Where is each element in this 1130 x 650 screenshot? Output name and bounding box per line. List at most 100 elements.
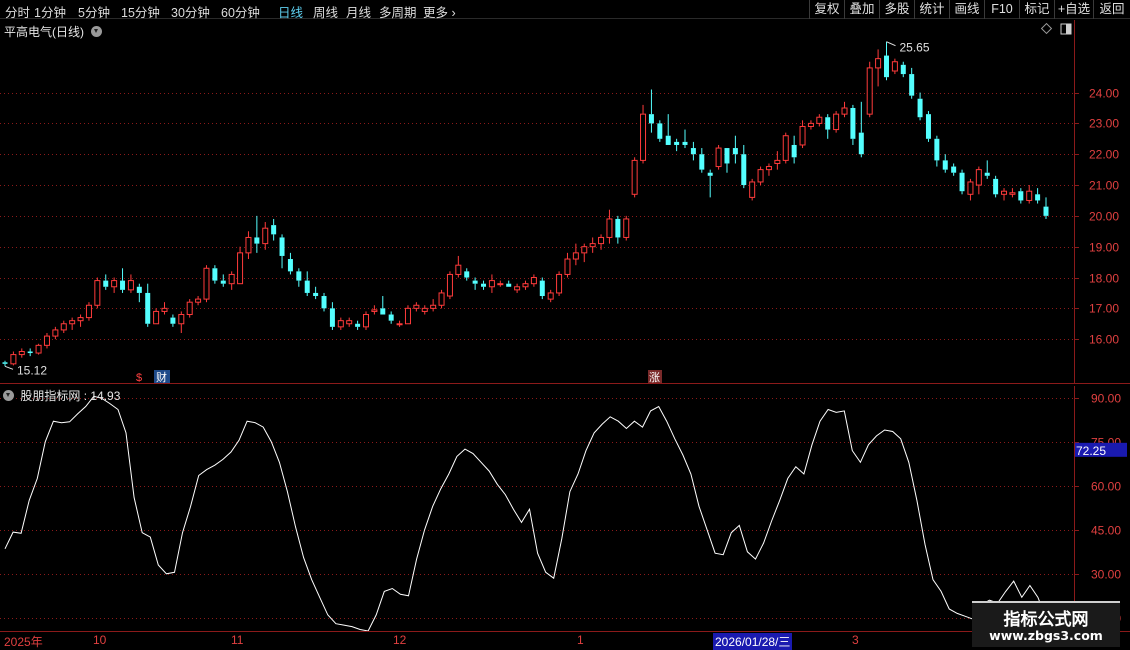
candle-body-up <box>85 304 92 319</box>
period-30min[interactable]: 30分钟 <box>171 2 210 21</box>
date-label-mar: 3 <box>852 633 859 647</box>
candle-body-down <box>2 362 8 364</box>
price-pane[interactable]: 16.00 17.00 18.00 19.00 20.00 21.00 22.00 23.00… <box>0 20 1130 384</box>
candle-body-up <box>430 304 437 309</box>
watermark-title: 指标公式网 <box>1003 610 1089 630</box>
candle-body-up <box>455 264 462 275</box>
candle-body-down <box>506 283 512 287</box>
indicator-header: 股朋指标网 : 14.93 <box>3 387 120 404</box>
candle-body-up <box>572 252 579 260</box>
candle-body-up <box>891 61 898 72</box>
tool-duogu[interactable]: 多股 <box>879 0 914 19</box>
price-tick-label: 18.00 <box>1089 272 1119 286</box>
candle-body-down <box>145 292 151 324</box>
candle-body-down <box>858 132 864 155</box>
indicator-tick-label: 60.00 <box>1091 480 1121 494</box>
candle-body-up <box>396 323 403 326</box>
restore-window-icon-fill <box>1066 24 1071 34</box>
candle-body-up <box>757 169 764 183</box>
period-daily[interactable]: 日线 <box>278 2 303 21</box>
candle-body-down <box>900 64 906 75</box>
finance-marker: 财 <box>156 370 167 384</box>
candle-body-down <box>732 148 738 155</box>
tool-huaxian[interactable]: 画线 <box>949 0 984 19</box>
indicator-tick-label: 90.00 <box>1091 392 1121 406</box>
tool-fuquan[interactable]: 复权 <box>809 0 844 19</box>
indicator-pane[interactable]: 15.0030.0045.0060.0075.0090.0072.25 股朋指标… <box>0 386 1130 632</box>
candle-body-up <box>875 58 882 69</box>
candle-body-up <box>631 159 638 195</box>
candle-body-up <box>564 258 571 275</box>
candle-body-up <box>1026 190 1033 201</box>
indicator-value: 14.93 <box>90 389 121 403</box>
watermark-url: www.zbgs3.com <box>989 628 1103 643</box>
tool-tongji[interactable]: 统计 <box>914 0 949 19</box>
candle-body-down <box>850 107 856 139</box>
period-15min[interactable]: 15分钟 <box>121 2 160 21</box>
tool-biaoji[interactable]: 标记 <box>1019 0 1054 19</box>
chart-menu-button[interactable] <box>91 26 103 37</box>
candle-body-down <box>271 225 277 235</box>
candle-body-up <box>547 292 554 300</box>
period-weekly[interactable]: 周线 <box>313 2 338 21</box>
chevron-right-icon: › <box>448 6 456 20</box>
candle-body-up <box>245 236 252 254</box>
candlestick-chart[interactable]: 16.00 17.00 18.00 19.00 20.00 21.00 22.00 23.00… <box>0 20 1130 384</box>
candle-body-up <box>404 307 411 325</box>
candle-body-up <box>1001 190 1008 195</box>
candle-body-up <box>18 351 25 356</box>
candle-body-up <box>833 113 840 131</box>
candle-body-up <box>589 243 596 248</box>
candle-body-down <box>951 166 957 173</box>
indicator-chart[interactable]: 15.0030.0045.0060.0075.0090.0072.25 <box>0 386 1130 632</box>
candle-body-down <box>287 259 293 272</box>
date-label-dec: 12 <box>393 633 407 647</box>
price-tick-label: 20.00 <box>1089 210 1119 224</box>
candle-body-up <box>807 122 814 127</box>
period-more[interactable]: 更多 › <box>423 2 456 21</box>
current-value-tag: 72.25 <box>1076 444 1106 458</box>
candle-body-up <box>841 107 848 115</box>
candle-body-up <box>598 236 605 245</box>
candle-body-up <box>10 354 17 365</box>
period-60min[interactable]: 60分钟 <box>221 2 260 21</box>
candle-body-up <box>799 125 806 146</box>
candle-body-down <box>883 55 889 78</box>
candle-body-up <box>94 280 101 306</box>
candle-body-down <box>993 178 999 195</box>
candle-body-up <box>346 320 353 325</box>
indicator-menu-button[interactable] <box>3 390 14 401</box>
period-1min[interactable]: 1分钟 <box>34 2 66 21</box>
date-label-jan: 1 <box>577 633 584 647</box>
candle-body-up <box>715 147 722 168</box>
indicator-tick-label: 45.00 <box>1091 524 1121 538</box>
candle-body-down <box>464 271 470 278</box>
tool-add-watchlist[interactable]: +自选 <box>1054 0 1093 19</box>
candle-body-up <box>623 218 630 238</box>
period-multi[interactable]: 多周期 <box>379 2 417 21</box>
candle-body-up <box>413 304 420 309</box>
price-tick-label: 19.00 <box>1089 241 1119 255</box>
candle-body-up <box>530 277 537 285</box>
period-monthly[interactable]: 月线 <box>346 2 371 21</box>
candle-body-down <box>682 141 688 145</box>
limit-up-marker: 涨 <box>649 371 660 384</box>
period-5min[interactable]: 5分钟 <box>78 2 110 21</box>
candle-body-down <box>120 280 126 290</box>
tool-diejia[interactable]: 叠加 <box>844 0 879 19</box>
tool-back[interactable]: 返回 <box>1093 0 1130 19</box>
candle-body-up <box>237 252 244 285</box>
period-fenshi[interactable]: 分时 <box>5 2 30 21</box>
candle-body-down <box>707 172 713 176</box>
tool-f10[interactable]: F10 <box>984 0 1019 19</box>
price-tick-label: 22.00 <box>1089 148 1119 162</box>
candle-body-up <box>421 307 428 312</box>
price-tick-label: 21.00 <box>1089 179 1119 193</box>
candle-body-down <box>615 218 621 238</box>
candle-body-up <box>967 181 974 195</box>
candle-body-up <box>228 273 235 285</box>
candle-body-down <box>942 160 948 170</box>
candle-body-down <box>539 280 545 297</box>
candle-body-up <box>975 169 982 186</box>
candle-body-up <box>77 317 84 322</box>
